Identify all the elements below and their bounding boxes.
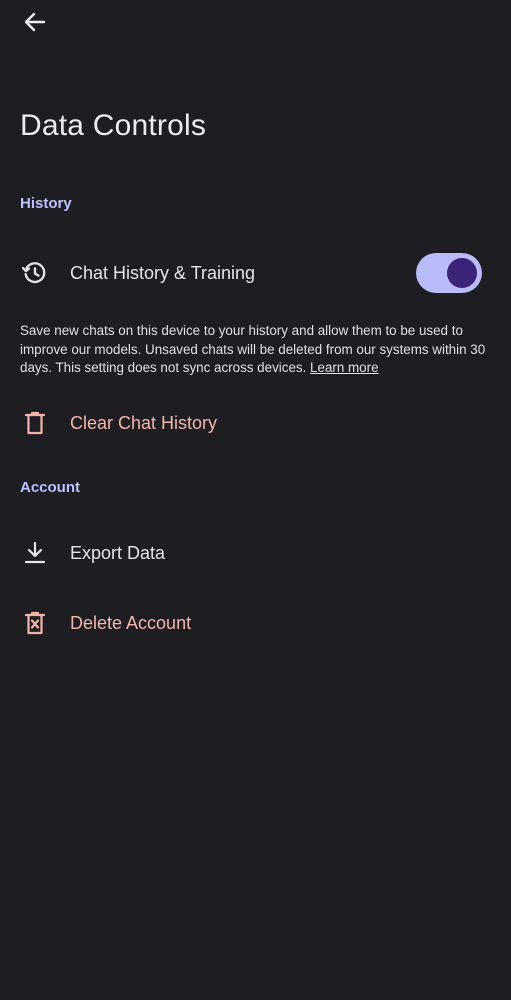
export-data-label: Export Data <box>70 543 166 563</box>
clear-chat-history-button[interactable]: Clear Chat History <box>0 405 511 441</box>
history-description: Save new chats on this device to your hi… <box>20 322 498 378</box>
back-button[interactable] <box>20 9 50 39</box>
chat-history-training-row[interactable]: Chat History & Training <box>0 253 511 293</box>
download-icon <box>20 538 50 568</box>
data-controls-screen: Data Controls History Chat History & Tra… <box>0 0 511 1000</box>
arrow-left-icon <box>23 10 47 39</box>
clear-chat-history-label: Clear Chat History <box>70 413 218 433</box>
section-header-account: Account <box>20 479 80 496</box>
toggle-knob <box>447 258 477 288</box>
section-header-history: History <box>20 195 72 212</box>
learn-more-link[interactable]: Learn more <box>310 360 378 375</box>
delete-account-label: Delete Account <box>70 613 192 633</box>
history-description-text: Save new chats on this device to your hi… <box>20 323 486 375</box>
chat-history-toggle[interactable] <box>416 253 482 293</box>
export-data-button[interactable]: Export Data <box>0 535 511 571</box>
delete-box-icon <box>20 608 50 638</box>
history-clock-icon <box>20 258 50 288</box>
chat-history-training-label: Chat History & Training <box>70 263 256 283</box>
page-title: Data Controls <box>20 109 207 142</box>
delete-account-button[interactable]: Delete Account <box>0 605 511 641</box>
trash-icon <box>20 408 50 438</box>
